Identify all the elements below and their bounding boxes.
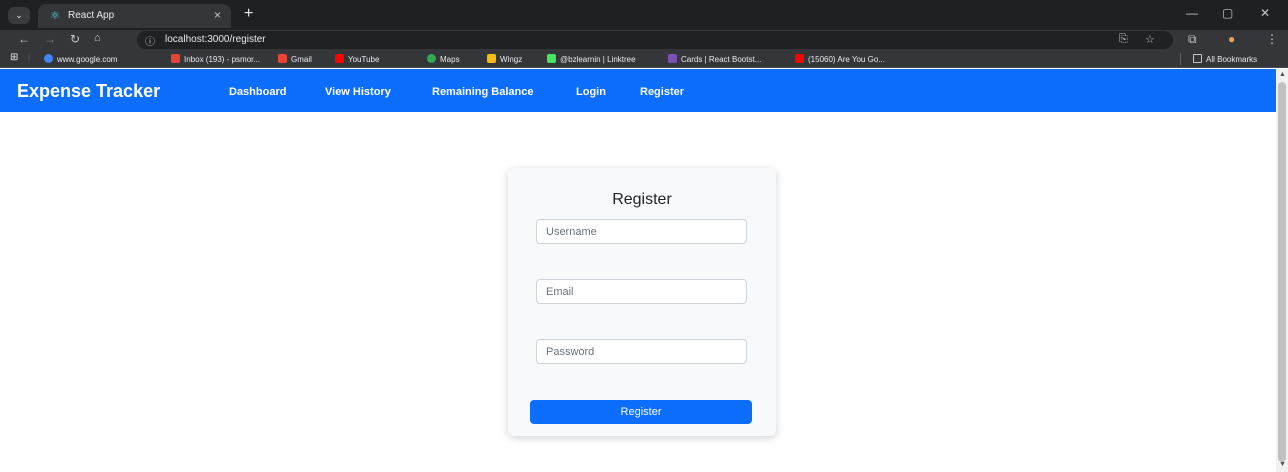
bookmark-inbox[interactable]: Inbox (193) - psmor...	[171, 54, 260, 64]
scrollbar-thumb[interactable]	[1278, 82, 1286, 462]
bookmark-google[interactable]: www.google.com	[44, 54, 117, 64]
bookmark-youtube[interactable]: YouTube	[335, 54, 379, 64]
linktree-icon	[547, 54, 556, 63]
browser-tab-strip: ⌄ ⚛ React App × + — ▢ ✕	[0, 0, 1288, 30]
browser-menu-icon[interactable]: ⋮	[1266, 32, 1278, 46]
bookmarks-bar: ⊞ | www.google.com Inbox (193) - psmor..…	[0, 50, 1288, 68]
bookmark-react-bootstrap[interactable]: Cards | React Bootst...	[668, 54, 761, 64]
youtube-icon	[795, 54, 804, 63]
brand-logo[interactable]: Expense Tracker	[17, 81, 160, 102]
google-icon	[44, 54, 53, 63]
nav-view-history[interactable]: View History	[325, 86, 391, 98]
gmail-icon	[278, 54, 287, 63]
gmail-icon	[171, 54, 180, 63]
site-info-icon[interactable]: ⓘ	[145, 33, 155, 48]
tab-title: React App	[68, 10, 115, 21]
app-navbar: Expense Tracker Dashboard View History R…	[0, 69, 1276, 112]
password-input[interactable]	[536, 339, 747, 364]
tab-close-icon[interactable]: ×	[214, 8, 221, 22]
wingz-icon	[487, 54, 496, 63]
apps-grid-icon[interactable]: ⊞	[10, 52, 18, 63]
profile-avatar-icon[interactable]: ●	[1228, 32, 1235, 46]
bookmarks-separator	[1180, 53, 1181, 65]
nav-register[interactable]: Register	[640, 86, 684, 98]
forward-icon[interactable]: →	[44, 32, 56, 46]
bookmark-wingz[interactable]: Wingz	[487, 54, 522, 64]
bookmark-linktree[interactable]: @bzlearnin | Linktree	[547, 54, 636, 64]
username-input[interactable]	[536, 219, 747, 244]
window-close-icon[interactable]: ✕	[1260, 6, 1270, 20]
browser-toolbar: ← → ↻ ⌂ ⓘ localhost:3000/register ⎘ ☆ ⧉ …	[0, 30, 1288, 50]
tab-search-chevron-icon[interactable]: ⌄	[8, 7, 30, 24]
bookmark-youtube-video[interactable]: (15060) Are You Go...	[795, 54, 885, 64]
nav-dashboard[interactable]: Dashboard	[229, 86, 286, 98]
bookmark-star-icon[interactable]: ☆	[1145, 33, 1155, 46]
restore-icon[interactable]: ▢	[1222, 6, 1233, 20]
scroll-down-icon[interactable]: ▼	[1279, 461, 1286, 468]
extensions-icon[interactable]: ⧉	[1188, 32, 1197, 47]
email-input[interactable]	[536, 279, 747, 304]
nav-remaining-balance[interactable]: Remaining Balance	[432, 86, 533, 98]
bookmarks-divider: |	[28, 52, 31, 61]
browser-tab[interactable]: ⚛ React App ×	[38, 4, 231, 28]
new-tab-icon[interactable]: +	[244, 5, 253, 23]
folder-icon	[1193, 54, 1202, 63]
bookmark-gmail[interactable]: Gmail	[278, 54, 312, 64]
register-submit-button[interactable]: Register	[530, 400, 752, 424]
bookmark-maps[interactable]: Maps	[427, 54, 460, 64]
back-icon[interactable]: ←	[18, 32, 30, 46]
react-bootstrap-icon	[668, 54, 677, 63]
scroll-up-icon[interactable]: ▲	[1279, 71, 1286, 78]
cast-icon[interactable]: ⎘	[1119, 33, 1128, 46]
page-scrollbar[interactable]: ▲ ▼	[1276, 69, 1288, 472]
maps-icon	[427, 54, 436, 63]
address-bar[interactable]: ⓘ localhost:3000/register ⎘ ☆	[137, 31, 1173, 49]
minimize-icon[interactable]: —	[1186, 6, 1198, 20]
url-text[interactable]: localhost:3000/register	[165, 34, 266, 45]
reload-icon[interactable]: ↻	[70, 32, 80, 46]
register-card: Register Register	[508, 168, 776, 436]
youtube-icon	[335, 54, 344, 63]
home-icon[interactable]: ⌂	[94, 32, 101, 44]
react-favicon-icon: ⚛	[50, 10, 60, 22]
nav-login[interactable]: Login	[576, 86, 606, 98]
all-bookmarks[interactable]: All Bookmarks	[1193, 54, 1257, 64]
register-title: Register	[612, 191, 672, 208]
